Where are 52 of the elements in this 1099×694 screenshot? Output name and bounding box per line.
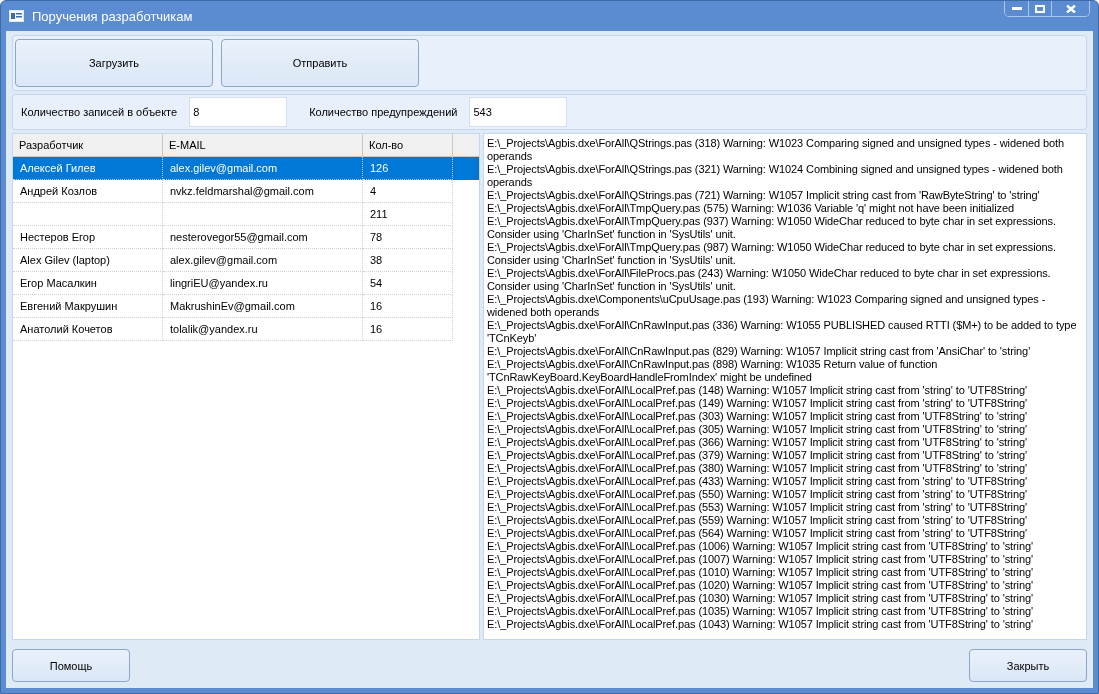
log-line: E:\_Projects\Agbis.dxe\ForAll\CnRawInput.pas (336) Warning: W1055 PUBLISHED caused RTTI ($M+) to be added to type 'TCnKeyb'	[487, 319, 1078, 345]
window-icon	[9, 10, 24, 22]
column-header[interactable]: Кол-во	[363, 134, 453, 157]
toolbar-button[interactable]: Отправить	[221, 39, 419, 87]
dialog-button[interactable]: Помощь	[12, 649, 130, 682]
log-line: E:\_Projects\Agbis.dxe\ForAll\TmpQuery.pas (987) Warning: W1050 WideChar reduced to byte char in set expressions. Consider using 'CharInSet' function in 'SysUtils' unit.	[487, 241, 1057, 267]
dialog-button[interactable]: Закрыть	[969, 649, 1087, 682]
table-cell: Анатолий Кочетов	[13, 318, 163, 341]
log-line: E:\_Projects\Agbis.dxe\ForAll\FileProcs.pas (243) Warning: W1050 WideChar reduced to byte char in set expressions. Consider using 'CharInSet' function in 'SysUtils' unit.	[487, 267, 1052, 293]
close-button[interactable]	[1051, 1, 1089, 16]
stat-field[interactable]: 8	[189, 97, 288, 127]
window-title: Поручения разработчикам	[32, 8, 194, 24]
log-line: E:\_Projects\Agbis.dxe\ForAll\LocalPref.pas (379) Warning: W1057 Implicit string cast from 'UTF8String' to 'string'	[487, 449, 1028, 462]
maximize-icon	[1035, 4, 1045, 13]
log-line: E:\_Projects\Agbis.dxe\ForAll\LocalPref.pas (303) Warning: W1057 Implicit string cast from 'UTF8String' to 'string'	[487, 410, 1028, 423]
log-line: E:\_Projects\Agbis.dxe\ForAll\LocalPref.pas (1030) Warning: W1057 Implicit string cast from 'UTF8String' to 'string'	[487, 592, 1034, 605]
log-line: E:\_Projects\Agbis.dxe\ForAll\LocalPref.pas (1007) Warning: W1057 Implicit string cast from 'UTF8String' to 'string'	[487, 553, 1034, 566]
table-cell: 16	[363, 318, 453, 341]
log-line: E:\_Projects\Agbis.dxe\ForAll\CnRawInput.pas (829) Warning: W1057 Implicit string cast from 'AnsiChar' to 'string'	[487, 345, 1032, 358]
log-line: E:\_Projects\Agbis.dxe\ForAll\LocalPref.pas (380) Warning: W1057 Implicit string cast from 'UTF8String' to 'string'	[487, 462, 1028, 475]
stat-label: Количество записей в объекте	[21, 106, 178, 118]
log-line: E:\_Projects\Agbis.dxe\ForAll\LocalPref.pas (1043) Warning: W1057 Implicit string cast from 'UTF8String' to 'string'	[487, 618, 1034, 631]
log-line: E:\_Projects\Agbis.dxe\ForAll\LocalPref.pas (366) Warning: W1057 Implicit string cast from 'UTF8String' to 'string'	[487, 436, 1028, 449]
log-line: E:\_Projects\Agbis.dxe\ForAll\CnRawInput.pas (898) Warning: W1035 Return value of function 'TCnRawKeyBoard.KeyBoardHandleFromIndex' might be undefined	[487, 358, 939, 384]
log-line: E:\_Projects\Agbis.dxe\ForAll\LocalPref.pas (149) Warning: W1057 Implicit string cast from 'string' to 'UTF8String'	[487, 397, 1028, 410]
table-cell: tolalik@yandex.ru	[163, 318, 363, 341]
log-line: E:\_Projects\Agbis.dxe\ForAll\TmpQuery.pas (937) Warning: W1050 WideChar reduced to byte char in set expressions. Consider using 'CharInSet' function in 'SysUtils' unit.	[487, 215, 1057, 241]
log-line: E:\_Projects\Agbis.dxe\ForAll\QStrings.pas (321) Warning: W1024 Combining signed and unsigned types - widened both operands	[487, 163, 1064, 189]
log-line: E:\_Projects\Agbis.dxe\ForAll\LocalPref.pas (1010) Warning: W1057 Implicit string cast from 'UTF8String' to 'string'	[487, 566, 1034, 579]
header-filler	[453, 134, 479, 157]
log-line: E:\_Projects\Agbis.dxe\ForAll\LocalPref.pas (305) Warning: W1057 Implicit string cast from 'UTF8String' to 'string'	[487, 423, 1028, 436]
log-line: E:\_Projects\Agbis.dxe\ForAll\LocalPref.pas (433) Warning: W1057 Implicit string cast from 'string' to 'UTF8String'	[487, 475, 1028, 488]
stat-label: Количество предупреждений	[309, 106, 458, 118]
log-line: E:\_Projects\Agbis.dxe\ForAll\QStrings.pas (721) Warning: W1057 Implicit string cast from 'RawByteString' to 'string'	[487, 189, 1041, 202]
log-line: E:\_Projects\Agbis.dxe\ForAll\LocalPref.pas (550) Warning: W1057 Implicit string cast from 'string' to 'UTF8String'	[487, 488, 1028, 501]
log-line: E:\_Projects\Agbis.dxe\ForAll\QStrings.pas (318) Warning: W1023 Comparing signed and unsigned types - widened both operands	[487, 137, 1065, 163]
log-line: E:\_Projects\Agbis.dxe\ForAll\TmpQuery.pas (575) Warning: W1036 Variable 'q' might not have been initialized	[487, 202, 1015, 215]
column-header[interactable]: Разработчик	[13, 134, 163, 157]
stat-field[interactable]: 543	[469, 97, 568, 127]
log-line: E:\_Projects\Agbis.dxe\ForAll\LocalPref.pas (1006) Warning: W1057 Implicit string cast from 'UTF8String' to 'string'	[487, 540, 1034, 553]
toolbar-button[interactable]: Загрузить	[15, 39, 213, 87]
log-line: E:\_Projects\Agbis.dxe\ForAll\LocalPref.pas (1020) Warning: W1057 Implicit string cast from 'UTF8String' to 'string'	[487, 579, 1034, 592]
column-header[interactable]: E-MAIL	[163, 134, 363, 157]
table-row[interactable]: Алексей Гилев alex.gilev@gmail.com 126	[13, 157, 479, 180]
log-line: E:\_Projects\Agbis.dxe\ForAll\LocalPref.pas (564) Warning: W1057 Implicit string cast from 'string' to 'UTF8String'	[487, 527, 1028, 540]
close-icon	[1065, 4, 1076, 13]
log-line: E:\_Projects\Agbis.dxe\ForAll\LocalPref.pas (553) Warning: W1057 Implicit string cast from 'string' to 'UTF8String'	[487, 501, 1028, 514]
log-line: E:\_Projects\Agbis.dxe\ForAll\LocalPref.pas (559) Warning: W1057 Implicit string cast from 'string' to 'UTF8String'	[487, 514, 1028, 527]
minimize-icon	[1011, 6, 1022, 11]
log-line: E:\_Projects\Agbis.dxe\ForAll\LocalPref.pas (148) Warning: W1057 Implicit string cast from 'string' to 'UTF8String'	[487, 384, 1028, 397]
log-line: E:\_Projects\Agbis.dxe\ForAll\LocalPref.pas (1035) Warning: W1057 Implicit string cast from 'UTF8String' to 'string'	[487, 605, 1034, 618]
log-line: E:\_Projects\Agbis.dxe\Components\uCpuUsage.pas (193) Warning: W1023 Comparing signed and unsigned types - widened both operands	[487, 293, 1047, 319]
